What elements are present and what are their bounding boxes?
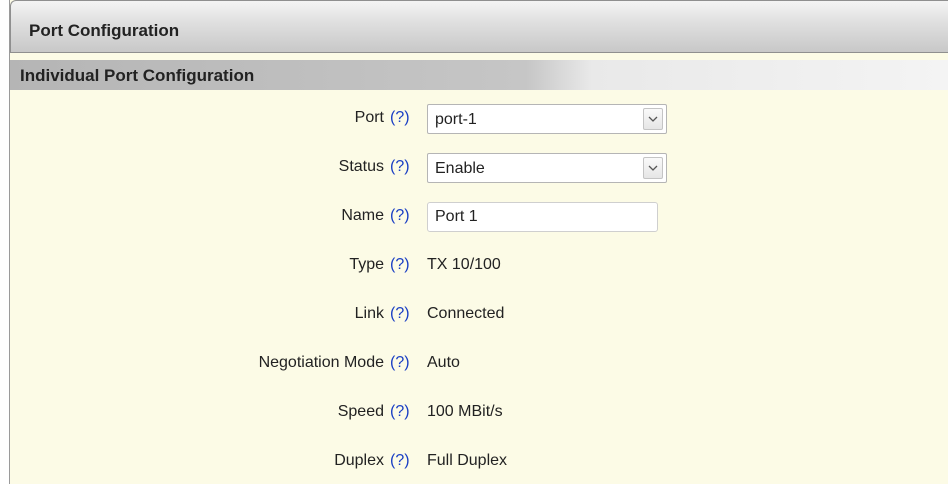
name-field[interactable]: [427, 202, 658, 232]
type-help-link[interactable]: (?): [390, 256, 410, 274]
port-select-value: port-1: [435, 111, 477, 128]
chevron-down-icon[interactable]: [643, 108, 663, 130]
field-row-negotiation-mode: Negotiation Mode (?) Auto: [10, 348, 948, 380]
status-select-value: Enable: [435, 160, 485, 177]
port-configuration-panel: Port Configuration Individual Port Confi…: [9, 0, 948, 484]
panel-header: Port Configuration: [10, 0, 948, 53]
section-title: Individual Port Configuration: [20, 66, 255, 85]
status-help-link[interactable]: (?): [390, 158, 410, 176]
status-select[interactable]: Enable: [427, 153, 667, 183]
status-label: Status: [338, 158, 384, 175]
speed-label: Speed: [337, 403, 384, 420]
name-label: Name: [341, 207, 384, 224]
negotiation-mode-help-link[interactable]: (?): [390, 354, 410, 372]
field-row-type: Type (?) TX 10/100: [10, 250, 948, 282]
field-row-speed: Speed (?) 100 MBit/s: [10, 397, 948, 429]
name-help-link[interactable]: (?): [390, 207, 410, 225]
chevron-down-icon[interactable]: [643, 157, 663, 179]
field-row-status: Status (?) Enable: [10, 152, 948, 184]
speed-value: 100 MBit/s: [427, 403, 503, 420]
type-value: TX 10/100: [427, 256, 501, 273]
link-help-link[interactable]: (?): [390, 305, 410, 323]
type-label: Type: [349, 256, 384, 273]
link-value: Connected: [427, 305, 505, 322]
field-row-name: Name (?): [10, 201, 948, 233]
negotiation-mode-label: Negotiation Mode: [258, 354, 384, 371]
section-header: Individual Port Configuration: [10, 60, 948, 90]
port-label: Port: [354, 109, 384, 126]
negotiation-mode-value: Auto: [427, 354, 460, 371]
duplex-value: Full Duplex: [427, 452, 508, 469]
speed-help-link[interactable]: (?): [390, 403, 410, 421]
field-row-link: Link (?) Connected: [10, 299, 948, 331]
field-row-port: Port (?) port-1: [10, 103, 948, 135]
duplex-help-link[interactable]: (?): [390, 452, 410, 470]
page-title: Port Configuration: [29, 21, 180, 40]
duplex-label: Duplex: [334, 452, 384, 469]
port-select[interactable]: port-1: [427, 104, 667, 134]
port-help-link[interactable]: (?): [390, 109, 410, 127]
link-label: Link: [354, 305, 384, 322]
field-row-duplex: Duplex (?) Full Duplex: [10, 446, 948, 478]
